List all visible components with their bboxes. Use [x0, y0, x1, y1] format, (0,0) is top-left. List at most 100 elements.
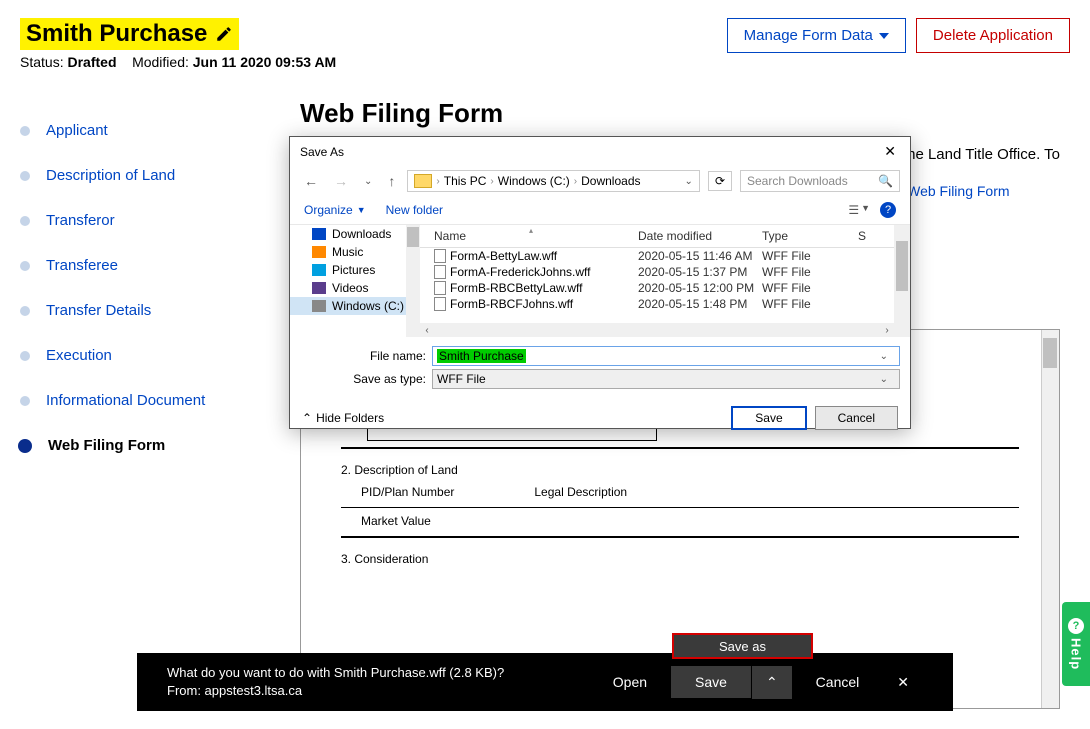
file-list-hscroll[interactable]: ‹›: [420, 323, 894, 337]
col-legal-label: Legal Description: [534, 485, 627, 499]
videos-icon: [312, 282, 326, 294]
nav-dot-icon: [20, 306, 30, 316]
tree-label: Downloads: [332, 227, 391, 241]
folder-icon: [414, 174, 432, 188]
organize-button[interactable]: Organize ▼: [304, 203, 366, 217]
file-name: FormB-RBCFJohns.wff: [450, 297, 573, 311]
nav-dot-icon: [20, 351, 30, 361]
vscroll-thumb[interactable]: [896, 241, 908, 291]
col-type[interactable]: Type: [762, 229, 858, 243]
search-icon: 🔍: [878, 174, 893, 188]
status-label: Status:: [20, 54, 64, 70]
file-list-vscroll[interactable]: [894, 225, 910, 337]
sidebar-item-description-of-land[interactable]: Description of Land: [20, 153, 250, 198]
file-row[interactable]: FormA-BettyLaw.wff2020-05-15 11:46 AMWFF…: [420, 248, 910, 264]
tree-scroll-thumb[interactable]: [407, 227, 419, 247]
tree-downloads[interactable]: Downloads: [290, 225, 420, 243]
download-cancel-button[interactable]: Cancel: [792, 666, 884, 698]
help-tab[interactable]: ? Help: [1062, 602, 1090, 686]
download-bar: What do you want to do with Smith Purcha…: [137, 653, 953, 711]
hide-folders-button[interactable]: ⌃ Hide Folders: [302, 411, 384, 425]
status-line: Status: Drafted Modified: Jun 11 2020 09…: [20, 54, 336, 70]
market-value-label: Market Value: [361, 514, 431, 528]
download-save-button[interactable]: Save: [671, 666, 751, 698]
file-type: WFF File: [762, 249, 858, 263]
save-as-menu-item[interactable]: Save as: [672, 633, 813, 659]
sidebar-item-label: Description of Land: [46, 167, 175, 184]
tree-music[interactable]: Music: [290, 243, 420, 261]
scrollbar-track[interactable]: [1041, 330, 1059, 708]
download-close-icon[interactable]: ✕: [883, 666, 923, 699]
file-icon: [434, 281, 446, 295]
sidebar: Applicant Description of Land Transferor…: [0, 78, 270, 729]
delete-application-button[interactable]: Delete Application: [916, 18, 1070, 53]
up-arrow-icon[interactable]: ↑: [384, 171, 399, 191]
sidebar-item-web-filing-form[interactable]: Web Filing Form: [20, 423, 250, 468]
pencil-icon[interactable]: [215, 25, 233, 43]
open-button[interactable]: Open: [589, 666, 671, 698]
caret-down-icon: [879, 33, 889, 39]
file-date: 2020-05-15 12:00 PM: [638, 281, 762, 295]
modified-label: Modified:: [132, 54, 189, 70]
view-icon[interactable]: ☰ ▼: [848, 203, 870, 217]
col-date[interactable]: Date modified: [638, 229, 762, 243]
tree-scrollbar[interactable]: [406, 225, 420, 337]
sidebar-item-transferor[interactable]: Transferor: [20, 198, 250, 243]
save-dropdown-caret[interactable]: ⌃: [752, 666, 792, 699]
help-icon[interactable]: ?: [880, 202, 896, 218]
sidebar-item-label: Transferor: [46, 212, 115, 229]
sidebar-item-transferee[interactable]: Transferee: [20, 243, 250, 288]
file-date: 2020-05-15 11:46 AM: [638, 249, 762, 263]
nav-dot-icon: [20, 126, 30, 136]
sidebar-item-execution[interactable]: Execution: [20, 333, 250, 378]
sidebar-item-informational-document[interactable]: Informational Document: [20, 378, 250, 423]
new-folder-button[interactable]: New folder: [386, 203, 443, 217]
scrollbar-thumb[interactable]: [1043, 338, 1057, 368]
file-name: FormA-FrederickJohns.wff: [450, 265, 590, 279]
sidebar-item-applicant[interactable]: Applicant: [20, 108, 250, 153]
col-name[interactable]: ▴Name: [420, 229, 638, 243]
breadcrumb[interactable]: › This PC › Windows (C:) › Downloads ⌄: [407, 170, 700, 192]
file-row[interactable]: FormA-FrederickJohns.wff 2020-05-15 1:37 …: [420, 264, 910, 280]
file-date: 2020-05-15 1:37 PM: [638, 265, 762, 279]
tree-label: Music: [332, 245, 363, 259]
nav-dot-icon: [20, 171, 30, 181]
bc-this-pc[interactable]: This PC: [444, 174, 487, 188]
refresh-icon[interactable]: ⟳: [708, 171, 732, 191]
file-row[interactable]: FormB-RBCBettyLaw.wff 2020-05-15 12:00 PM…: [420, 280, 910, 296]
folder-tree: Downloads Music Pictures Videos Windows …: [290, 225, 420, 337]
file-icon: [434, 249, 446, 263]
filename-input[interactable]: Smith Purchase: [432, 346, 900, 366]
search-placeholder: Search Downloads: [747, 174, 848, 188]
tree-videos[interactable]: Videos: [290, 279, 420, 297]
saveas-type-select[interactable]: WFF File: [432, 369, 900, 389]
recent-caret-icon[interactable]: ⌄: [360, 174, 376, 189]
cancel-button[interactable]: Cancel: [815, 406, 898, 430]
tree-pictures[interactable]: Pictures: [290, 261, 420, 279]
nav-dot-icon: [18, 439, 32, 453]
forward-arrow-icon[interactable]: →: [330, 171, 352, 191]
search-input[interactable]: Search Downloads 🔍: [740, 170, 900, 192]
file-date: 2020-05-15 1:48 PM: [638, 297, 762, 311]
saveas-type-label: Save as type:: [350, 372, 426, 386]
app-title-text: Smith Purchase: [26, 20, 207, 48]
manage-form-data-button[interactable]: Manage Form Data: [727, 18, 906, 53]
file-list: ▴Name Date modified Type S FormA-BettyLa…: [420, 225, 910, 337]
tree-windows-c[interactable]: Windows (C:): [290, 297, 420, 315]
sidebar-item-label: Transferee: [46, 257, 118, 274]
help-tab-label: Help: [1069, 638, 1084, 670]
close-icon[interactable]: ✕: [880, 143, 900, 160]
web-filing-form-link[interactable]: Web Filing Form: [907, 183, 1009, 199]
back-arrow-icon[interactable]: ←: [300, 171, 322, 191]
filename-label: File name:: [350, 349, 426, 363]
file-row[interactable]: FormB-RBCFJohns.wff2020-05-15 1:48 PMWFF…: [420, 296, 910, 312]
sidebar-item-transfer-details[interactable]: Transfer Details: [20, 288, 250, 333]
file-name: FormB-RBCBettyLaw.wff: [450, 281, 582, 295]
bc-downloads[interactable]: Downloads: [581, 174, 640, 188]
download-icon: [312, 228, 326, 240]
save-as-dialog: Save As ✕ ← → ⌄ ↑ › This PC › Windows (C…: [289, 136, 911, 429]
save-button[interactable]: Save: [731, 406, 806, 430]
bc-windows-c[interactable]: Windows (C:): [498, 174, 570, 188]
download-prompt: What do you want to do with Smith Purcha…: [167, 664, 589, 682]
sidebar-item-label: Web Filing Form: [48, 437, 165, 454]
